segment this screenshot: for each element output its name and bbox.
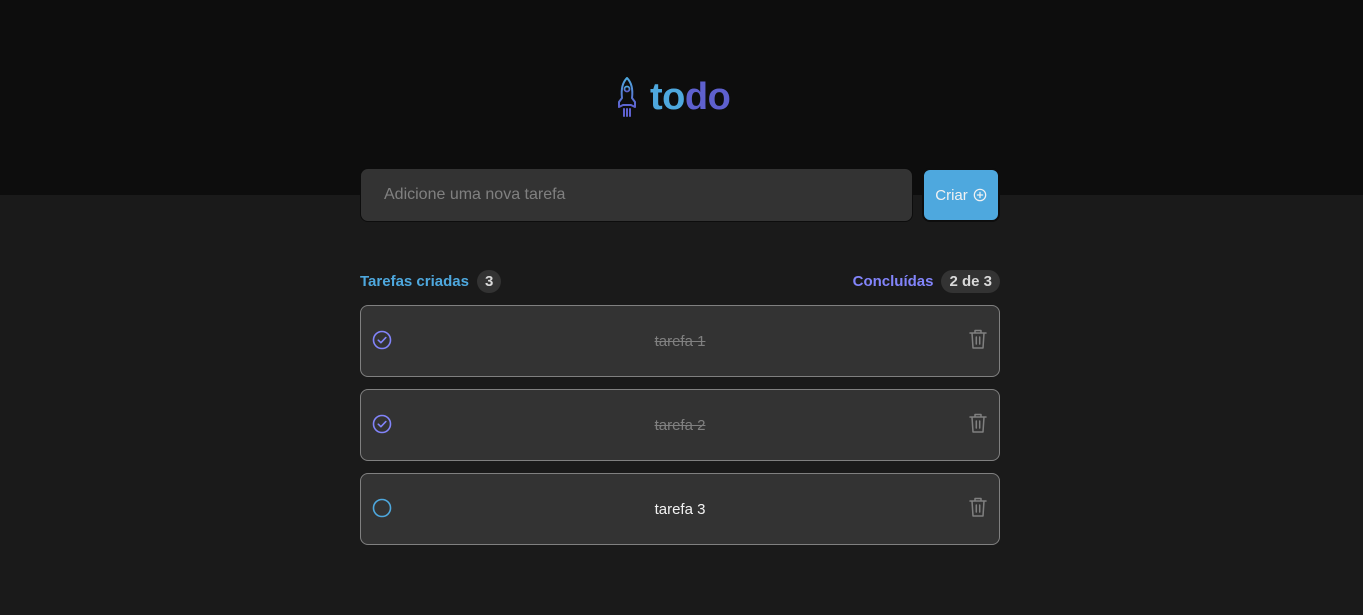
trash-icon[interactable] xyxy=(968,496,988,518)
plus-circle-icon xyxy=(973,188,987,202)
header: todo xyxy=(0,0,1363,195)
task-list: tarefa 1 tarefa 2 tarefa 3 xyxy=(360,305,1000,545)
create-button-label: Criar xyxy=(935,186,968,204)
rocket-icon xyxy=(618,77,636,117)
created-count-badge: 3 xyxy=(476,270,502,293)
new-task-input[interactable] xyxy=(360,168,913,222)
done-count-badge: 2 de 3 xyxy=(941,270,1000,293)
trash-icon[interactable] xyxy=(968,328,988,350)
task-text: tarefa 3 xyxy=(654,501,706,518)
done-counter: Concluídas 2 de 3 xyxy=(853,270,1000,293)
task-text: tarefa 1 xyxy=(654,333,706,350)
created-counter: Tarefas criadas 3 xyxy=(360,270,502,293)
logo-text: todo xyxy=(650,76,731,118)
created-label: Tarefas criadas xyxy=(360,273,469,290)
task-item: tarefa 1 xyxy=(360,305,1000,377)
task-item: tarefa 2 xyxy=(360,389,1000,461)
trash-icon[interactable] xyxy=(968,412,988,434)
logo-text-to: to xyxy=(650,76,685,118)
task-counters: Tarefas criadas 3 Concluídas 2 de 3 xyxy=(360,270,1000,293)
create-button[interactable]: Criar xyxy=(922,168,1000,222)
task-item: tarefa 3 xyxy=(360,473,1000,545)
logo-text-do: do xyxy=(684,76,731,118)
new-task-form: Criar xyxy=(360,168,1000,222)
task-text: tarefa 2 xyxy=(654,417,706,434)
done-label: Concluídas xyxy=(852,273,934,290)
logo: todo xyxy=(614,76,731,118)
